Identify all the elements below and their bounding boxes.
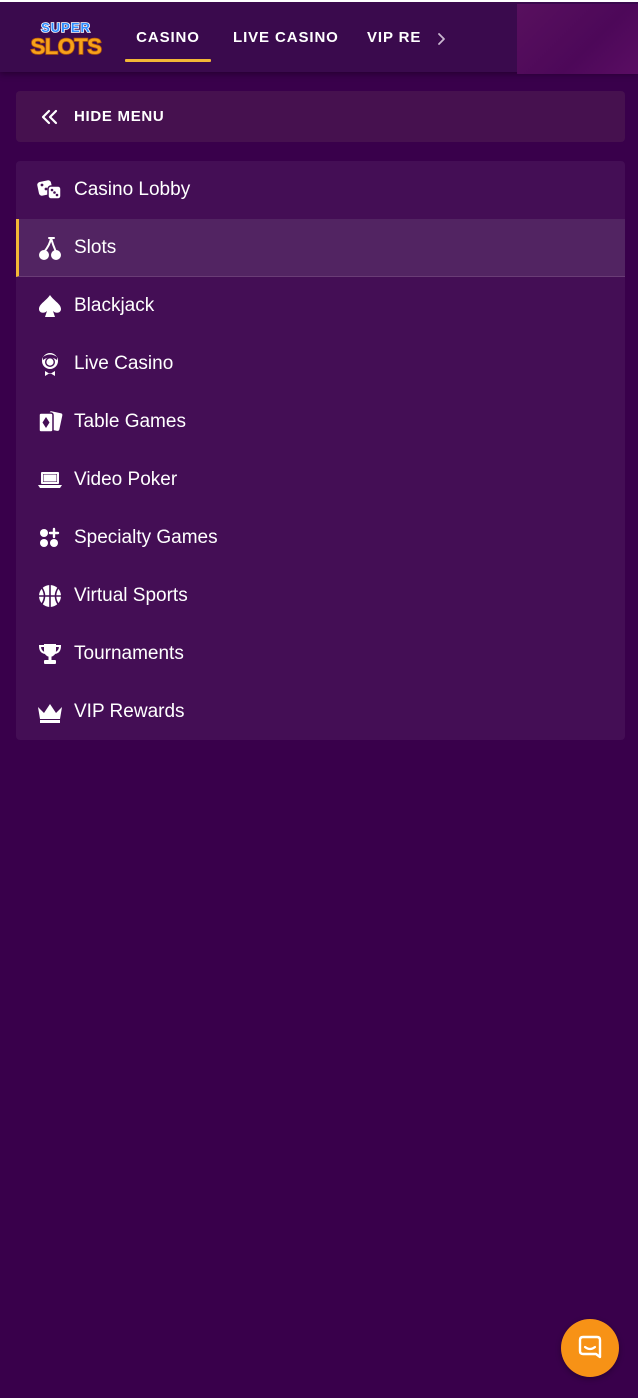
basketball-icon bbox=[39, 585, 61, 607]
svg-text:SUPER: SUPER bbox=[41, 20, 91, 35]
menu-item-label: Tournaments bbox=[74, 643, 184, 664]
menu-item-vip-rewards[interactable]: VIP Rewards bbox=[16, 683, 625, 740]
menu-item-label: Casino Lobby bbox=[74, 179, 191, 200]
menu-item-label: Table Games bbox=[74, 411, 186, 432]
menu-item-label: VIP Rewards bbox=[74, 701, 185, 722]
specialty-icon bbox=[40, 527, 60, 547]
tab-vip-rewards-label: VIP REWARDS bbox=[367, 29, 421, 46]
svg-text:SLOTS: SLOTS bbox=[31, 34, 102, 59]
playing-cards-icon bbox=[38, 411, 63, 433]
trophy-icon bbox=[38, 644, 62, 664]
menu-item-video-poker[interactable]: Video Poker bbox=[16, 451, 625, 509]
menu-item-casino-lobby[interactable]: Casino Lobby bbox=[16, 161, 625, 219]
tab-casino-label: CASINO bbox=[136, 29, 200, 46]
dice-icon bbox=[37, 180, 62, 200]
menu-item-label: Slots bbox=[74, 237, 117, 258]
laptop-icon bbox=[38, 472, 62, 488]
dealer-icon bbox=[42, 353, 58, 376]
menu-item-specialty-games[interactable]: Specialty Games bbox=[16, 509, 625, 567]
menu-item-virtual-sports[interactable]: Virtual Sports bbox=[16, 567, 625, 625]
hide-menu-button[interactable]: HIDE MENU bbox=[16, 91, 625, 142]
cherry-icon bbox=[39, 237, 61, 260]
menu-item-label: Blackjack bbox=[74, 295, 155, 316]
menu-item-label: Specialty Games bbox=[74, 527, 218, 548]
chat-button[interactable] bbox=[561, 1319, 619, 1377]
menu-item-label: Live Casino bbox=[74, 353, 174, 374]
menu-item-table-games[interactable]: Table Games bbox=[16, 393, 625, 451]
menu-item-label: Video Poker bbox=[74, 469, 178, 490]
tab-live-casino[interactable]: LIVE CASINO bbox=[233, 22, 339, 62]
top-navigation-bar: SUPER SLOTS CASINO LIVE CASINO VIP REWAR… bbox=[0, 0, 638, 74]
menu-item-tournaments[interactable]: Tournaments bbox=[16, 625, 625, 683]
menu-item-slots[interactable]: Slots bbox=[16, 219, 625, 277]
chevron-right-icon[interactable] bbox=[434, 29, 450, 49]
menu-item-blackjack[interactable]: Blackjack bbox=[16, 277, 625, 335]
menu-item-live-casino[interactable]: Live Casino bbox=[16, 335, 625, 393]
topbar-gradient-area bbox=[517, 4, 638, 74]
tab-casino[interactable]: CASINO bbox=[125, 22, 211, 62]
spade-icon bbox=[39, 295, 61, 317]
tab-live-casino-label: LIVE CASINO bbox=[233, 29, 339, 46]
crown-icon bbox=[38, 704, 62, 723]
side-menu: Casino Lobby Slots Blackjack Live Casino bbox=[16, 161, 625, 740]
menu-item-label: Virtual Sports bbox=[74, 585, 188, 606]
double-chevron-left-icon bbox=[41, 109, 58, 125]
hide-menu-label: HIDE MENU bbox=[74, 108, 165, 125]
super-slots-logo[interactable]: SUPER SLOTS bbox=[28, 19, 104, 59]
tab-vip-rewards[interactable]: VIP REWARDS bbox=[367, 22, 421, 62]
active-tab-underline bbox=[125, 59, 211, 62]
chat-icon bbox=[578, 1335, 602, 1359]
